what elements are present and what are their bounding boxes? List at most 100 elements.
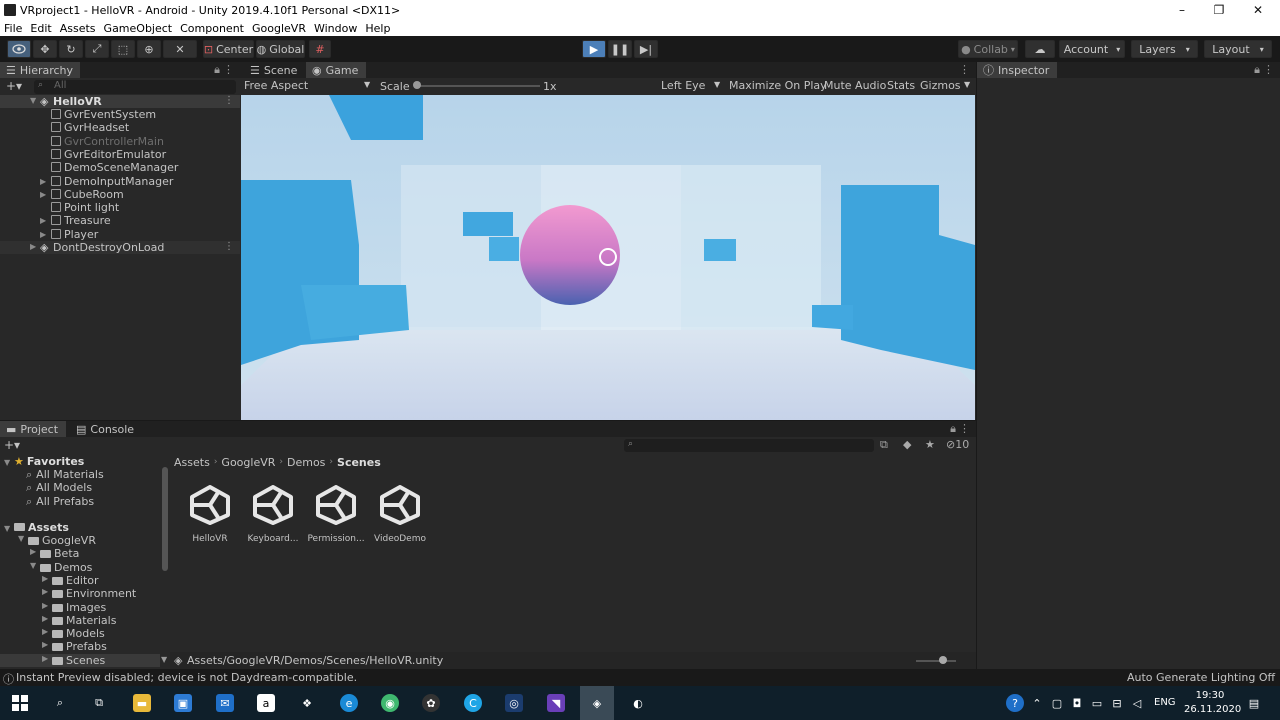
add-icon[interactable]: +▾ (6, 79, 22, 93)
expand-arrow-icon[interactable]: ▶ (40, 190, 48, 199)
menu-edit[interactable]: Edit (26, 22, 55, 35)
hierarchy-item[interactable]: ▶ CubeRoom (0, 188, 240, 201)
visual-studio-icon[interactable]: ◥ (547, 694, 565, 712)
custom-tool-button[interactable]: ✕ (163, 40, 197, 58)
tree-scrollbar[interactable] (162, 467, 168, 571)
status-message[interactable]: Instant Preview disabled; device is not … (16, 671, 357, 684)
panel-menu-icon[interactable]: ⋮ (959, 63, 970, 76)
maximize-button[interactable]: ❐ (1199, 0, 1239, 20)
expand-arrow-icon[interactable]: ▼ (30, 96, 38, 105)
folder-item[interactable]: ▼ Demos (0, 561, 160, 574)
more-icon[interactable]: ⋮ (224, 95, 234, 106)
network-icon[interactable]: ⊟ (1110, 694, 1124, 712)
expand-arrow-icon[interactable]: ▼ (18, 534, 26, 543)
breadcrumb-scenes[interactable]: Scenes (337, 456, 381, 469)
obs-icon[interactable]: ◐ (629, 694, 647, 712)
expand-arrow-icon[interactable]: ▶ (42, 601, 50, 610)
transform-tool-button[interactable]: ⊕ (137, 40, 161, 58)
battery-icon[interactable]: ▭ (1090, 694, 1104, 712)
folder-item[interactable]: ▶ Environment (0, 587, 160, 600)
filter-type-icon[interactable]: ⧉ (880, 438, 888, 452)
grid-snap-button[interactable]: # (309, 40, 331, 58)
expand-arrow-icon[interactable]: ▶ (30, 242, 38, 251)
app-c-icon[interactable]: C (464, 694, 482, 712)
hierarchy-item[interactable]: Point light (0, 201, 240, 214)
task-view-icon[interactable]: ⧉ (90, 694, 108, 712)
favorite-item[interactable]: ⌕ All Materials (26, 468, 104, 482)
rect-tool-button[interactable]: ⬚ (111, 40, 135, 58)
asset-tile[interactable]: VideoDemo (370, 485, 430, 544)
gizmos-dropdown[interactable]: Gizmos (920, 79, 961, 92)
assets-header[interactable]: ▼ Assets (4, 521, 69, 534)
folder-item[interactable]: ▶ Images (0, 601, 160, 614)
lock-icon[interactable]: 🔒︎ (950, 422, 956, 436)
tab-inspector[interactable]: ⓘ Inspector (977, 62, 1057, 78)
stats-toggle[interactable]: Stats (887, 79, 915, 92)
tab-scene[interactable]: ☰ Scene (244, 62, 304, 78)
app-icon[interactable]: ◉ (381, 694, 399, 712)
hierarchy-item[interactable]: GvrEditorEmulator (0, 148, 240, 161)
mute-audio-toggle[interactable]: Mute Audio (824, 79, 886, 92)
panel-menu-icon[interactable]: ⋮ (959, 422, 970, 435)
favorite-item[interactable]: ⌕ All Prefabs (26, 495, 94, 509)
pivot-center-toggle[interactable]: ⊡ Center (203, 40, 254, 58)
create-asset-icon[interactable]: +▾ (4, 438, 20, 452)
notifications-icon[interactable]: ▤ (1245, 694, 1263, 712)
folder-item[interactable]: ▶ Prefabs (0, 640, 160, 653)
favorites-header[interactable]: ▼ ★ Favorites (4, 455, 84, 468)
tab-game[interactable]: ◉ Game (306, 62, 366, 78)
asset-tile[interactable]: HelloVR (180, 485, 240, 544)
tab-project[interactable]: ▬ Project (0, 421, 66, 437)
favorite-item[interactable]: ⌕ All Models (26, 481, 92, 495)
folder-item[interactable]: ▶ Materials (0, 614, 160, 627)
unity-hub-icon[interactable]: ◎ (505, 694, 523, 712)
panel-menu-icon[interactable]: ⋮ (1263, 63, 1274, 76)
layers-dropdown[interactable]: Layers ▾ (1131, 40, 1198, 58)
pause-button[interactable]: ❚❚ (608, 40, 632, 58)
eye-dropdown[interactable]: Left Eye (661, 79, 705, 92)
icon-size-slider-track[interactable] (916, 660, 956, 662)
star-icon[interactable]: ★ (925, 438, 935, 451)
expand-arrow-icon[interactable]: ▶ (42, 654, 50, 663)
hierarchy-item[interactable]: GvrEventSystem (0, 108, 240, 121)
breadcrumb-assets[interactable]: Assets (174, 456, 210, 469)
expand-arrow-icon[interactable]: ▶ (42, 627, 50, 636)
account-dropdown[interactable]: Account ▾ (1059, 40, 1125, 58)
space-global-toggle[interactable]: ◍ Global (256, 40, 305, 58)
hierarchy-item[interactable]: GvrHeadset (0, 121, 240, 134)
chevron-down-icon[interactable]: ▼ (161, 655, 167, 664)
layout-dropdown[interactable]: Layout ▾ (1204, 40, 1272, 58)
hierarchy-item[interactable]: ▶ Treasure (0, 214, 240, 227)
camera-icon[interactable]: ◘ (1070, 694, 1084, 712)
lock-icon[interactable]: 🔒︎ (214, 63, 220, 77)
hierarchy-search-input[interactable]: ⌕ All (34, 80, 236, 94)
breadcrumb-googlevr[interactable]: GoogleVR (221, 456, 275, 469)
step-button[interactable]: ▶| (634, 40, 658, 58)
scene-row[interactable]: ▼ ◈ HelloVR ⋮ (0, 95, 240, 108)
aspect-dropdown[interactable]: Free Aspect (244, 79, 308, 92)
cloud-button[interactable]: ☁ (1025, 40, 1055, 58)
tab-console[interactable]: ▤ Console (70, 421, 140, 437)
chevron-up-icon[interactable]: ⌃ (1030, 694, 1044, 712)
amazon-icon[interactable]: a (257, 694, 275, 712)
tab-hierarchy[interactable]: ☰ Hierarchy (0, 62, 80, 78)
language-indicator[interactable]: ENG (1154, 697, 1176, 708)
more-icon[interactable]: ⋮ (224, 241, 234, 252)
project-search-input[interactable]: ⌕ (624, 439, 874, 452)
scale-tool-button[interactable]: ⤢ (85, 40, 109, 58)
hierarchy-item[interactable]: DemoSceneManager (0, 161, 240, 174)
search-icon[interactable]: ⌕ (51, 694, 69, 712)
davinci-icon[interactable]: ✿ (422, 694, 440, 712)
scale-slider-track[interactable] (416, 85, 540, 87)
menu-help[interactable]: Help (361, 22, 394, 35)
menu-assets[interactable]: Assets (56, 22, 100, 35)
treasure-sphere[interactable] (520, 205, 620, 305)
play-button[interactable]: ▶ (582, 40, 606, 58)
help-icon[interactable]: ? (1006, 694, 1024, 712)
hierarchy-item[interactable]: ▶ Player (0, 228, 240, 241)
mail-icon[interactable]: ✉ (216, 694, 234, 712)
icon-size-slider-handle[interactable] (939, 656, 947, 664)
move-tool-button[interactable]: ✥ (33, 40, 57, 58)
clock[interactable]: 19:30 26.11.2020 (1184, 689, 1241, 717)
menu-component[interactable]: Component (176, 22, 248, 35)
